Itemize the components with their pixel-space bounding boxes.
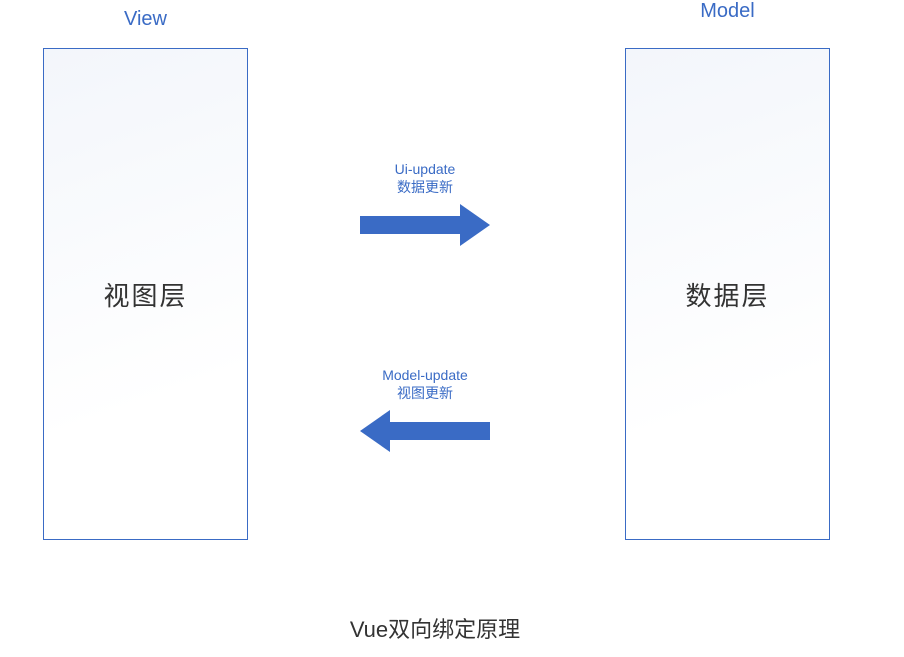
arrow-bottom-block: Model-update 视图更新 (325, 366, 525, 452)
view-panel: 视图层 (43, 48, 248, 540)
arrow-left-icon (360, 410, 490, 452)
arrow-top-block: Ui-update 数据更新 (325, 160, 525, 246)
diagram-title: Vue双向绑定原理 (0, 612, 870, 644)
arrow-bottom-caption-2: 视图更新 (325, 384, 525, 402)
view-heading: View (43, 8, 248, 31)
arrow-top-caption-2: 数据更新 (325, 178, 525, 196)
view-panel-label: 视图层 (103, 276, 187, 313)
model-heading: Model (625, 0, 830, 23)
model-panel-label: 数据层 (685, 276, 769, 313)
arrow-top-caption-1: Ui-update (325, 160, 525, 178)
arrow-right-icon (360, 204, 490, 246)
arrow-bottom-caption-1: Model-update (325, 366, 525, 384)
model-panel: 数据层 (625, 48, 830, 540)
